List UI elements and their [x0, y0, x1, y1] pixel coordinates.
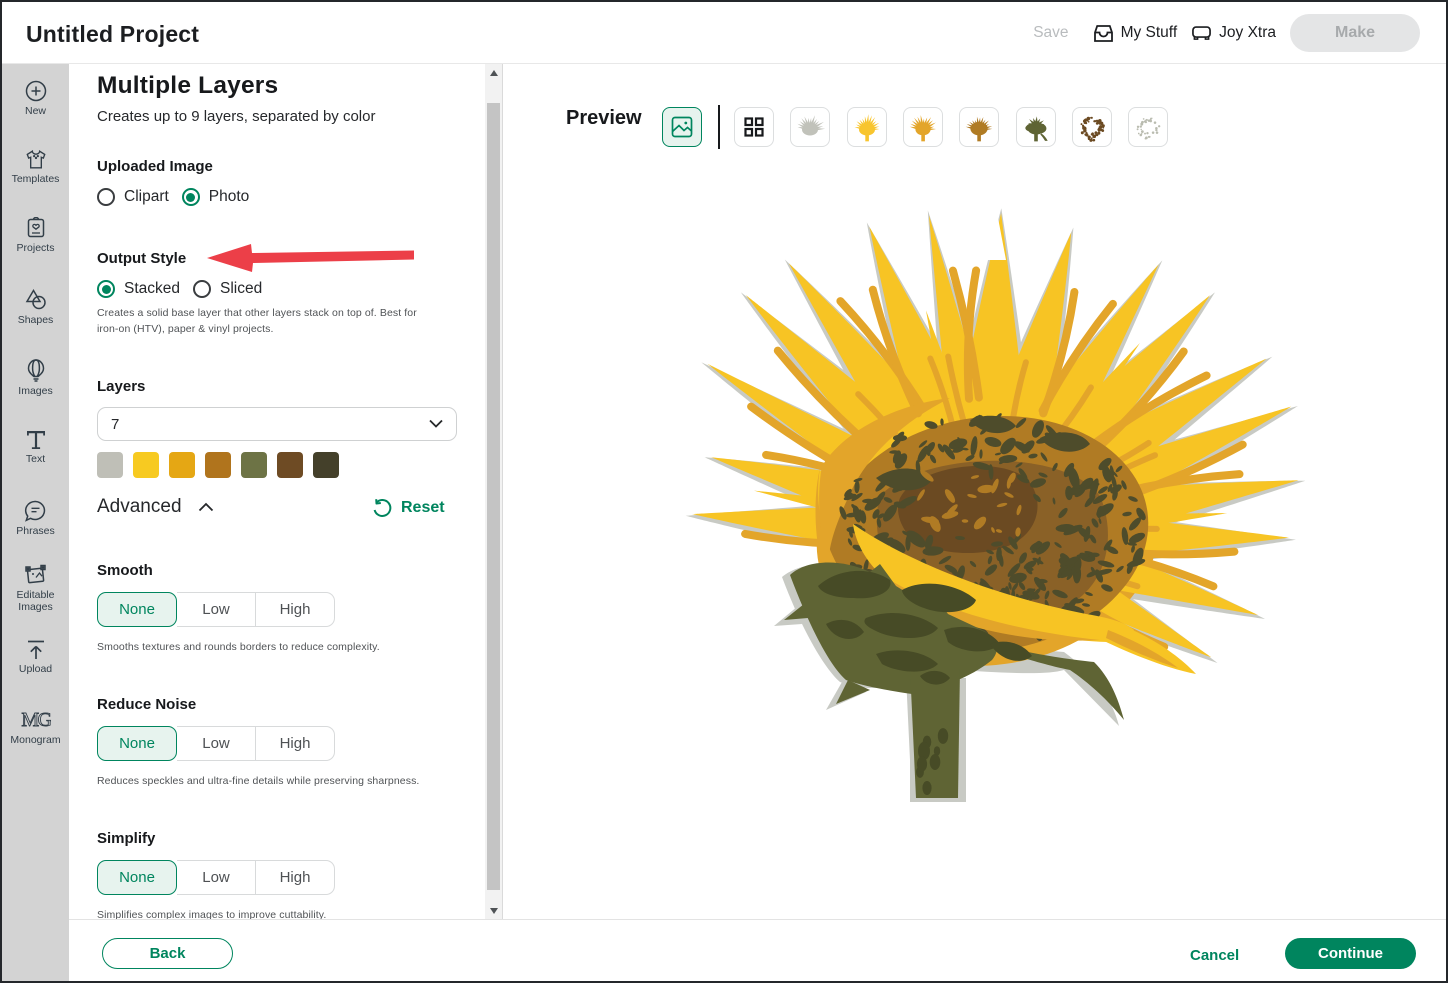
svg-text:MG: MG — [21, 709, 51, 731]
